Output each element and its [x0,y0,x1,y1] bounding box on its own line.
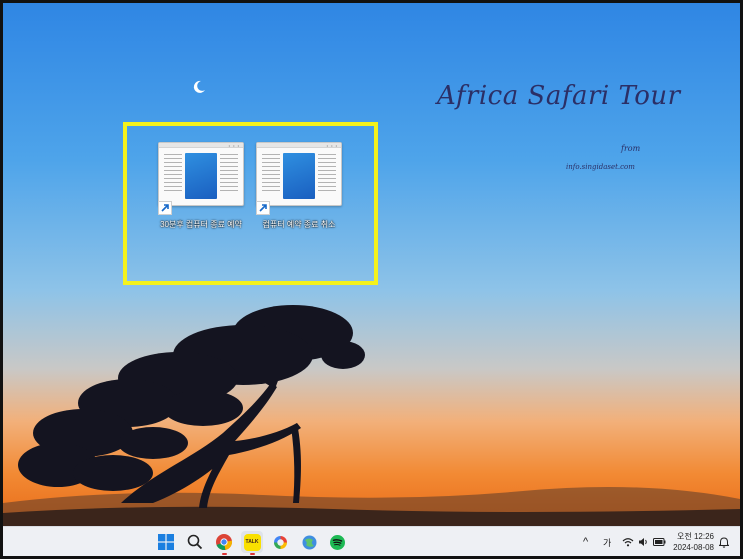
search-button[interactable] [184,531,206,553]
wallpaper-title: Africa Safari Tour [437,81,681,111]
taskbar-app5[interactable] [269,531,291,553]
volume-icon [639,538,647,546]
network-volume-battery[interactable] [622,527,666,556]
colorful-app-icon [273,535,287,549]
clock[interactable]: 오전 12:26 2024-08-08 [673,531,714,553]
taskbar-kakaotalk[interactable]: TALK [241,531,263,555]
shortcut-label: 30분후 컴퓨터 종료 예약 [160,220,242,229]
clock-date: 2024-08-08 [673,543,714,552]
shortcut-arrow-icon [158,201,172,215]
wallpaper-from-label: from [621,144,641,153]
taskbar-spotify[interactable] [326,531,348,553]
bell-icon [719,536,729,548]
chrome-icon [216,534,233,551]
desktop-shortcut-cancel-shutdown[interactable]: • • • 컴퓨터 예약 종료 취소 [251,142,347,232]
crescent-moon-icon [193,80,205,93]
spotify-icon [329,534,345,550]
shortcut-label: 컴퓨터 예약 종료 취소 [262,220,336,229]
document-shortcut-icon: • • • [158,142,244,215]
clock-time: 오전 12:26 [677,532,714,541]
search-icon [187,534,203,550]
battery-icon [653,538,666,546]
desktop-shortcut-shutdown-30min[interactable]: • • • 30분후 컴퓨터 종료 예약 [153,142,249,232]
shortcut-arrow-icon [256,201,270,215]
document-shortcut-icon: • • • [256,142,342,215]
talk-icon-text: TALK [245,539,259,545]
notifications-button[interactable] [719,527,729,556]
talk-icon: TALK [243,533,261,551]
tray-overflow-button[interactable]: ^ [583,527,589,556]
chevron-up-icon: ^ [583,536,589,548]
taskbar-chrome[interactable] [213,531,235,555]
taskbar: TALK ^ 가 오전 12:26 2024-08-08 [3,526,740,556]
start-button[interactable] [155,531,177,553]
screen-frame: Africa Safari Tour from info.singidaset.… [0,0,743,559]
taskbar-app6[interactable] [298,531,320,553]
wifi-icon [622,538,634,547]
wallpaper-credit: info.singidaset.com [566,163,635,171]
windows-start-icon [158,534,174,550]
ime-label: 가 [603,537,612,548]
globe-app-icon [302,535,316,549]
ime-indicator[interactable]: 가 [603,527,612,556]
